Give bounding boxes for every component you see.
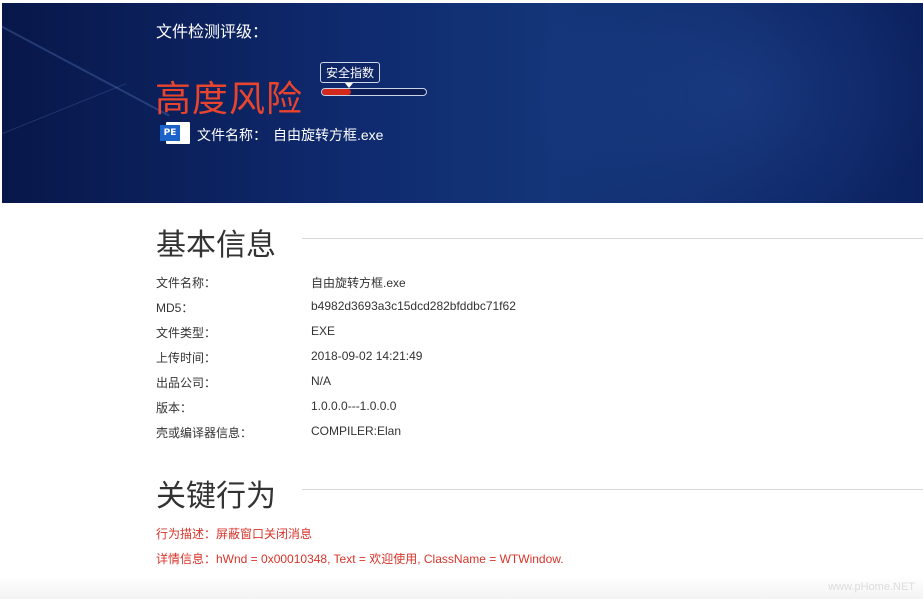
key-behavior-title: 关键行为 — [156, 480, 276, 513]
info-value: EXE — [311, 324, 336, 338]
safety-index-fill — [322, 89, 352, 95]
info-value: N/A — [311, 374, 332, 388]
pe-tag: PE — [160, 125, 180, 141]
info-value: COMPILER:Elan — [311, 424, 402, 438]
info-value: 2018-09-02 14:21:49 — [311, 349, 423, 363]
rating-label: 文件检测评级： — [156, 24, 269, 41]
info-key: 出品公司： — [156, 376, 217, 390]
header-banner — [2, 3, 923, 203]
info-value: b4982d3693a3c15dcd282bfddbc71f62 — [311, 299, 516, 313]
banner-streak — [2, 83, 127, 144]
bottom-strip — [0, 577, 923, 599]
file-name-label: 文件名称： — [197, 127, 267, 143]
safety-index-bar — [321, 88, 427, 96]
banner-glow — [522, 3, 923, 203]
info-key: 上传时间： — [156, 351, 217, 365]
file-name-value: 自由旋转方框.exe — [273, 127, 384, 143]
risk-level: 高度风险 — [155, 78, 304, 119]
info-key: MD5： — [156, 301, 194, 315]
section-divider — [302, 489, 923, 490]
header-file-name: 文件名称： 自由旋转方框.exe — [197, 125, 383, 145]
safety-index-badge: 安全指数 — [320, 62, 381, 88]
info-key: 版本： — [156, 401, 193, 415]
info-key: 文件名称： — [156, 276, 217, 290]
info-value: 1.0.0.0---1.0.0.0 — [311, 399, 397, 413]
section-divider — [302, 238, 923, 239]
safety-index-label: 安全指数 — [326, 66, 375, 80]
info-key: 文件类型： — [156, 326, 217, 340]
banner-streak — [2, 11, 170, 117]
info-key: 壳或编译器信息： — [156, 426, 253, 440]
behavior-description: 行为描述：屏蔽窗口关闭消息 — [156, 527, 313, 541]
pe-file-icon: PE — [160, 122, 190, 144]
behavior-detail: 详情信息：hWnd = 0x00010348, Text = 欢迎使用, Cla… — [156, 552, 564, 566]
basic-info-title: 基本信息 — [156, 229, 276, 262]
watermark: www.pHome.NET — [828, 581, 915, 593]
info-value: 自由旋转方框.exe — [311, 276, 406, 290]
